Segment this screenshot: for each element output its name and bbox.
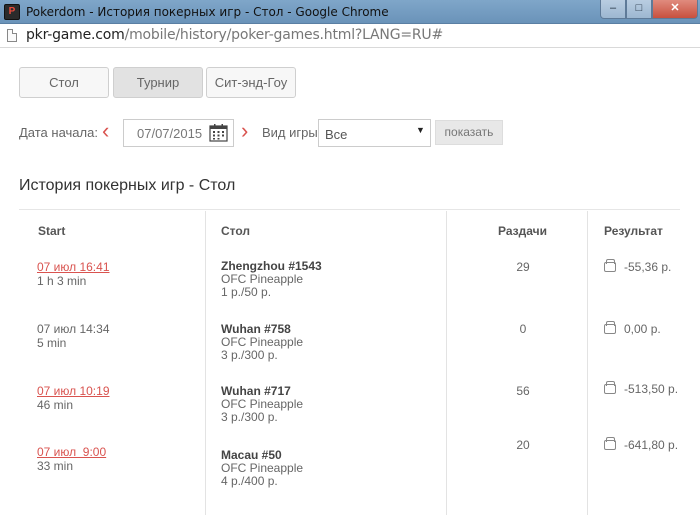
game-date-link[interactable]: 07 июл 10:19 (37, 384, 110, 398)
game-duration: 1 h 3 min (37, 274, 87, 288)
column-separator (587, 211, 588, 515)
url-text[interactable]: pkr-game.com/mobile/history/poker-games.… (26, 27, 443, 43)
table-info: Macau #50 OFC Pineapple 4 р./400 р. (221, 449, 303, 488)
close-button[interactable]: ✕ (652, 0, 698, 19)
result-value: -55,36 р. (624, 260, 672, 274)
tab-table[interactable]: Стол (19, 67, 109, 98)
table-row-date: 07 июл 9:00 33 min (37, 445, 106, 473)
page-title: История покерных игр - Стол (19, 177, 236, 194)
app-logo-icon: P (4, 4, 20, 20)
result-value: 0,00 р. (624, 322, 661, 336)
result-value: -641,80 р. (624, 438, 679, 452)
game-type-label: Вид игры: (262, 125, 322, 140)
column-separator (205, 211, 206, 515)
game-type-select[interactable]: Все (318, 119, 431, 147)
divider (19, 209, 680, 210)
game-duration: 33 min (37, 459, 74, 473)
hands-count: 56 (516, 384, 530, 398)
hands-count: 0 (519, 322, 527, 336)
next-date-arrow[interactable]: › (241, 119, 248, 143)
game-date-link[interactable]: 07 июл 9:00 (37, 445, 106, 459)
game-duration: 46 min (37, 398, 74, 412)
prev-date-arrow[interactable]: ‹ (102, 119, 109, 143)
column-separator (446, 211, 447, 515)
table-row-date: 07 июл 10:19 46 min (37, 384, 110, 412)
result-cell: -641,80 р. (604, 437, 679, 452)
table-row-date: 07 июл 14:34 5 min (37, 322, 110, 350)
stakes: 3 р./300 р. (221, 348, 278, 362)
hands-count: 20 (516, 438, 530, 452)
url-path: /mobile/history/poker-games.html?LANG=RU… (124, 27, 444, 43)
header-start: Start (38, 224, 66, 238)
chevron-down-icon: ▼ (416, 125, 425, 135)
stakes: 3 р./300 р. (221, 410, 278, 424)
table-row-date: 07 июл 16:41 1 h 3 min (37, 260, 110, 288)
game-date: 07 июл 14:34 (37, 322, 110, 336)
table-info: Zhengzhou #1543 OFC Pineapple 1 р./50 р. (221, 260, 322, 299)
result-cell: -55,36 р. (604, 259, 672, 274)
result-value: -513,50 р. (624, 382, 679, 396)
tab-sit-and-go[interactable]: Сит-энд-Гоу (206, 67, 296, 98)
stakes: 4 р./400 р. (221, 474, 278, 488)
show-button[interactable]: показать (435, 120, 503, 145)
stakes: 1 р./50 р. (221, 285, 272, 299)
wallet-icon (604, 381, 616, 394)
address-bar[interactable]: pkr-game.com/mobile/history/poker-games.… (0, 24, 700, 48)
header-table: Стол (221, 224, 251, 238)
calendar-icon[interactable] (209, 123, 228, 142)
hands-count: 29 (516, 260, 530, 274)
game-duration: 5 min (37, 336, 67, 350)
result-cell: -513,50 р. (604, 381, 679, 396)
wallet-icon (604, 259, 616, 272)
table-info: Wuhan #758 OFC Pineapple 3 р./300 р. (221, 323, 303, 362)
window-titlebar: P Pokerdom - История покерных игр - Стол… (0, 0, 700, 24)
tab-tournament[interactable]: Турнир (113, 67, 203, 98)
wallet-icon (604, 321, 616, 334)
start-date-label: Дата начала: (19, 125, 98, 140)
header-hands: Раздачи (498, 224, 547, 238)
url-host: pkr-game.com (26, 27, 125, 43)
minimize-button[interactable]: – (600, 0, 626, 19)
page-icon (7, 29, 17, 42)
game-date-link[interactable]: 07 июл 16:41 (37, 260, 110, 274)
table-info: Wuhan #717 OFC Pineapple 3 р./300 р. (221, 385, 303, 424)
result-cell: 0,00 р. (604, 321, 661, 336)
maximize-button[interactable]: □ (626, 0, 652, 19)
window-title: Pokerdom - История покерных игр - Стол -… (26, 5, 389, 19)
header-result: Результат (604, 224, 663, 238)
wallet-icon (604, 437, 616, 450)
